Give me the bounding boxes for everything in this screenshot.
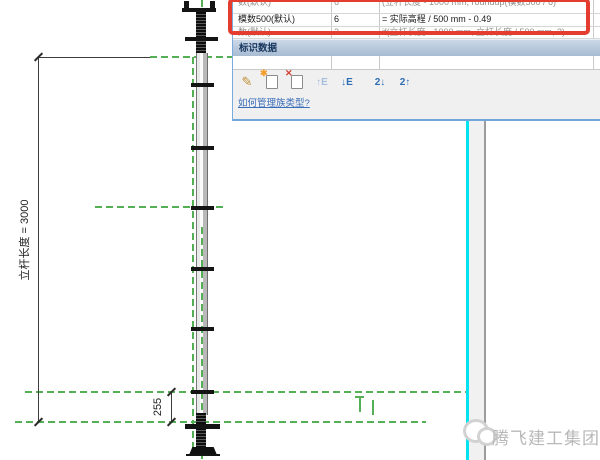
dimension-line-vertical: [38, 57, 39, 422]
u-head-arm-left: [184, 1, 189, 12]
dimension-label-pole-length: 立杆长度 = 3000: [16, 199, 32, 280]
pole-coupler: [191, 83, 214, 87]
pole-coupler: [191, 327, 214, 331]
group-header-identity-data: 标识数据: [233, 39, 600, 56]
new-parameter-button[interactable]: ✱: [264, 74, 280, 90]
table-gridline: [379, 56, 380, 69]
delete-document-icon: [291, 75, 303, 89]
move-parameter-up-button[interactable]: ↑E: [314, 74, 330, 90]
pole-coupler: [191, 267, 214, 271]
new-badge-icon: ✱: [260, 68, 268, 79]
pole-centerline: [201, 227, 203, 415]
delete-badge-icon: ✕: [285, 68, 293, 79]
table-gridline: [331, 56, 332, 69]
move-up-icon: ↑E: [316, 77, 328, 88]
reference-end-mark-stem: [359, 396, 361, 412]
dimension-extension-top: [38, 57, 150, 58]
wall-right-edge: [484, 121, 486, 460]
red-highlight-box: [228, 0, 590, 35]
u-head-arm-right: [210, 1, 215, 12]
reference-plane-lower[interactable]: [25, 391, 467, 393]
top-wing-nut: [185, 37, 218, 41]
table-gridline: [593, 56, 594, 69]
reference-end-mark-2: [372, 400, 374, 415]
dimension-line-vertical: [171, 392, 172, 422]
pole-coupler: [191, 390, 214, 394]
revit-family-editor-view: 立杆长度 = 3000 255 腾飞建工集团: [0, 0, 600, 460]
pole-coupler: [191, 146, 214, 150]
top-screw-jack: [196, 12, 206, 54]
sort-descending-icon: 2↑: [400, 77, 411, 88]
parameter-toolbar: ✎ ✱ ✕ ↑E ↓E 2↓ 2↑: [239, 73, 413, 91]
move-down-icon: ↓E: [341, 77, 353, 88]
move-parameter-down-button[interactable]: ↓E: [339, 74, 355, 90]
bottom-wing-nut: [185, 424, 220, 429]
delete-parameter-button[interactable]: ✕: [289, 74, 305, 90]
reference-plane-vertical-left[interactable]: [192, 57, 194, 456]
manage-family-types-help-link[interactable]: 如何管理族类型?: [238, 95, 310, 109]
pole-coupler: [191, 206, 214, 210]
pencil-icon: ✎: [242, 74, 253, 90]
watermark-text: 腾飞建工集团: [492, 424, 600, 449]
sort-descending-button[interactable]: 2↑: [397, 74, 413, 90]
reference-plane-bottom[interactable]: [15, 421, 426, 423]
wall-fill: [469, 121, 484, 460]
sort-ascending-icon: 2↓: [375, 77, 386, 88]
dimension-label-255: 255: [152, 398, 164, 416]
base-plate-foot: [186, 454, 220, 456]
bottom-screw-jack: [196, 413, 206, 448]
edit-parameter-button[interactable]: ✎: [239, 74, 255, 90]
sort-ascending-button[interactable]: 2↓: [372, 74, 388, 90]
